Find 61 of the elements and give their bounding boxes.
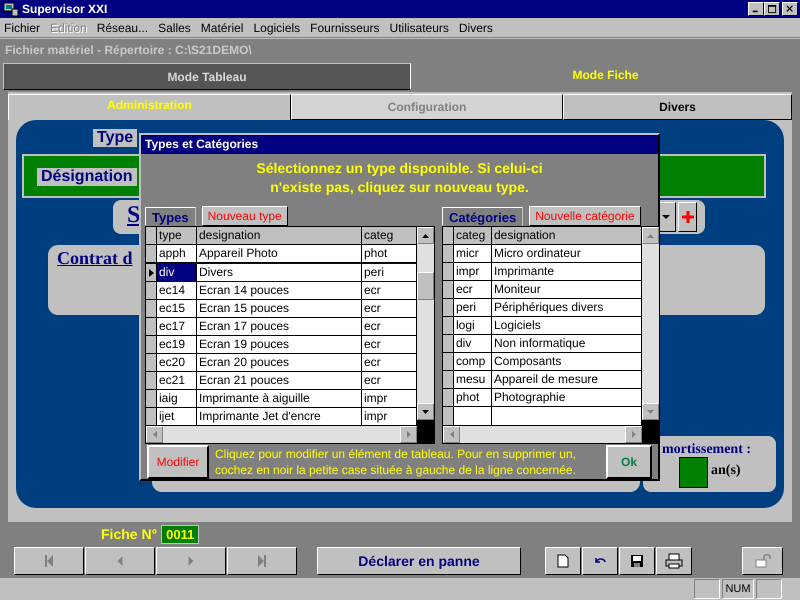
table-cell[interactable]: phot: [454, 389, 492, 406]
column-header[interactable]: type: [157, 227, 197, 244]
num-lock-indicator: NUM: [722, 579, 754, 599]
table-cell[interactable]: ec20: [157, 354, 197, 371]
table-cell[interactable]: comp: [454, 353, 492, 370]
table-cell[interactable]: ijet: [157, 408, 197, 425]
table-cell[interactable]: mesu: [454, 371, 492, 388]
table-cell[interactable]: iaig: [157, 390, 197, 407]
table-cell[interactable]: Ecran 20 pouces: [197, 354, 362, 371]
designation-label: Désignation: [37, 168, 137, 186]
table-cell[interactable]: div: [157, 264, 197, 281]
menu-item[interactable]: Salles: [158, 20, 191, 34]
window-title: Supervisor XXI: [22, 2, 108, 16]
menu-item[interactable]: Réseau...: [96, 20, 148, 34]
hint-text: Cliquez pour modifier un élément de tableau. Pour en supprimer un, cochez en noir la petite case située à gauche de la ligne concernée.: [215, 446, 577, 478]
mode-tab[interactable]: Mode Tableau: [3, 63, 411, 90]
record-number: 0011: [161, 524, 200, 544]
menu-item[interactable]: Utilisateurs: [390, 20, 449, 34]
column-header[interactable]: designation: [492, 227, 642, 244]
table-cell[interactable]: Divers: [197, 264, 362, 281]
types-label: Types: [145, 207, 196, 226]
menu-item[interactable]: Logiciels: [253, 20, 300, 34]
table-cell[interactable]: Ecran 15 pouces: [197, 300, 362, 317]
unit-label: an(s): [711, 463, 741, 479]
column-header[interactable]: designation: [197, 227, 362, 244]
table-cell[interactable]: Imprimante à aiguille: [197, 390, 362, 407]
menu-item[interactable]: Fournisseurs: [310, 20, 380, 34]
categories-label: Catégories: [442, 207, 524, 226]
table-cell[interactable]: Ecran 17 pouces: [197, 318, 362, 335]
table-cell[interactable]: ec15: [157, 300, 197, 317]
amortization-label: mortissement :: [662, 442, 752, 458]
table-cell[interactable]: micr: [454, 245, 492, 262]
type-label: Type: [93, 129, 138, 147]
path-label: Fichier matériel - Répertoire : C:\S21DEMO\: [5, 43, 252, 57]
dialog-title: Types et Catégories: [145, 137, 258, 152]
table-cell[interactable]: ec19: [157, 336, 197, 353]
column-header[interactable]: categ: [454, 227, 492, 244]
table-cell[interactable]: Ecran 19 pouces: [197, 336, 362, 353]
table-cell[interactable]: div: [454, 335, 492, 352]
table-cell[interactable]: ecr: [454, 281, 492, 298]
breakdown-button[interactable]: Déclarer en panne: [317, 547, 521, 575]
table-cell[interactable]: logi: [454, 317, 492, 334]
table-cell[interactable]: ec17: [157, 318, 197, 335]
section-heading: S: [127, 202, 140, 229]
column-header[interactable]: categ: [362, 227, 417, 244]
table-cell[interactable]: Ecran 14 pouces: [197, 282, 362, 299]
table-cell[interactable]: ec14: [157, 282, 197, 299]
table-cell[interactable]: ec21: [157, 372, 197, 389]
contract-heading: Contrat d: [57, 248, 132, 269]
instruction-text: Sélectionnez un type disponible. Si celui-ci n'existe pas, cliquez sur nouveau type.: [255, 158, 544, 197]
menu-item[interactable]: Matériel: [200, 20, 244, 34]
table-cell[interactable]: impr: [454, 263, 492, 280]
table-cell[interactable]: Imprimante Jet d'encre: [197, 408, 362, 425]
record-label: Fiche N°: [101, 526, 158, 542]
menu-item[interactable]: Divers: [458, 20, 493, 34]
table-cell[interactable]: Ecran 21 pouces: [197, 372, 362, 389]
table-cell[interactable]: peri: [454, 299, 492, 316]
table-cell[interactable]: apph: [157, 245, 197, 262]
table-cell[interactable]: Appareil Photo: [197, 245, 362, 262]
section-tab[interactable]: Divers: [563, 94, 792, 120]
menu-item[interactable]: Fichier: [4, 20, 40, 34]
